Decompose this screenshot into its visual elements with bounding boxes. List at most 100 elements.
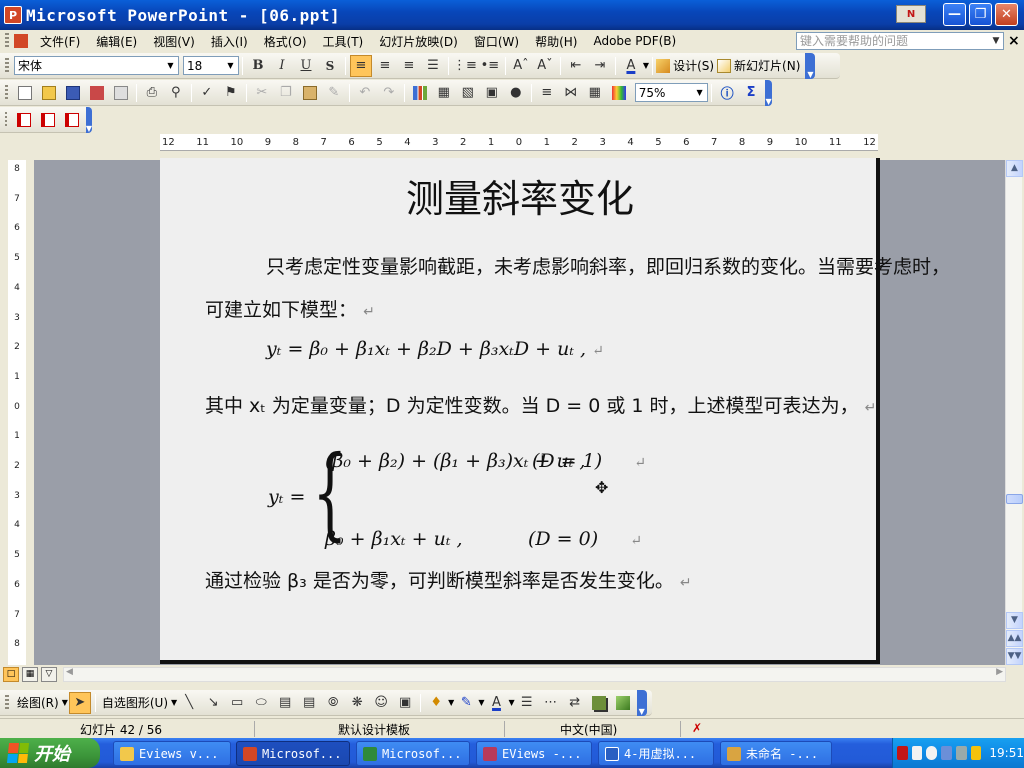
shadow-button[interactable]: S [319,55,341,77]
menu-file[interactable]: 文件(F) [32,33,88,50]
paragraph-2[interactable]: 其中 xₜ 为定量变量；D 为定性变数。当 D = 0 或 1 时，上述模型可表… [205,391,876,418]
toolbar-options-button[interactable]: ▼ [765,79,773,106]
insert-chart-button[interactable] [409,82,431,104]
spelling-button[interactable]: ✓ [196,82,218,104]
doc-icon[interactable] [14,34,28,48]
print-preview-button[interactable]: ⚲ [165,82,187,104]
slide-title[interactable]: 测量斜率变化 [160,168,880,223]
toolbar-grip[interactable] [5,694,9,711]
tables-borders-button[interactable]: ▧ [457,82,479,104]
rectangle-button[interactable]: ▭ [226,692,248,714]
draw-menu-button[interactable]: 绘图(R) [14,694,62,711]
case-2-expression[interactable]: β₀ + β₁xₜ + uₜ , [325,528,463,550]
insert-table-button[interactable]: ▦ [433,82,455,104]
fill-color-button[interactable]: ♦ [425,692,447,714]
expand-all-button[interactable]: ≡ [536,82,558,104]
network-icon[interactable] [941,746,952,760]
research-button[interactable]: ⚑ [220,82,242,104]
task-paint[interactable]: 未命名 -... [720,741,832,766]
chevron-down-icon[interactable]: ▼ [693,85,706,100]
redo-button[interactable]: ↷ [378,82,400,104]
new-slide-button[interactable]: 新幻灯片(N) [731,57,803,74]
line-color-button[interactable]: ✎ [455,692,477,714]
clipart-button[interactable]: ☺ [370,692,392,714]
scroll-thumb[interactable] [1006,494,1023,504]
ime-icon[interactable] [897,746,908,760]
toolbar-options-button[interactable]: ▼ [636,689,647,716]
scroll-up-button[interactable]: ▲ [1006,160,1023,177]
decrease-indent-button[interactable]: ⇤ [565,55,587,77]
toolbar-grip[interactable] [5,111,7,128]
normal-view-button[interactable]: □ [3,667,19,682]
copy-button[interactable]: ❐ [275,82,297,104]
horizontal-ruler[interactable]: 12 11 10 9 8 7 6 5 4 3 2 1 0 1 2 3 4 5 6 7 8 9 10 11 12 [160,134,878,151]
toolbar-options-button[interactable]: ▼ [805,52,816,79]
chevron-down-icon[interactable]: ▼ [643,61,649,70]
vertical-textbox-button[interactable]: ▤ [298,692,320,714]
email-button[interactable] [110,82,132,104]
pdf-email-button[interactable] [37,109,59,131]
wordart-button[interactable]: ⦾ [322,692,344,714]
menu-insert[interactable]: 插入(I) [203,33,256,50]
textbox-button[interactable]: ▤ [274,692,296,714]
slide-sorter-view-button[interactable]: ▦ [22,667,38,682]
horizontal-scrollbar[interactable]: ◀ ▶ [63,667,1006,682]
undo-button[interactable]: ↶ [354,82,376,104]
slide-canvas[interactable]: 测量斜率变化 只考虑定性变量影响截距，未考虑影响斜率，即回归系数的变化。当需要考… [160,158,950,664]
piecewise-lhs[interactable]: yₜ = [268,486,305,508]
title-bar[interactable]: P Microsoft PowerPoint - [06.ppt] [0,0,1024,30]
vertical-ruler[interactable]: 8 7 6 5 4 3 2 1 0 1 2 3 4 5 6 7 8 [8,160,26,665]
close-button[interactable]: ✕ [995,3,1018,26]
close-document-icon[interactable]: × [1008,33,1020,49]
task-eviews[interactable]: EViews -... [476,741,592,766]
task-excel[interactable]: Microsof... [356,741,470,766]
save-button[interactable] [62,82,84,104]
chevron-down-icon[interactable]: ▼ [164,58,177,73]
numbering-button[interactable]: ⋮≡ [453,55,477,77]
show-formatting-button[interactable]: ⋈ [560,82,582,104]
oval-button[interactable]: ⬭ [250,692,272,714]
scroll-left-icon[interactable]: ◀ [66,667,73,677]
convert-pdf-button[interactable] [13,109,35,131]
increase-indent-button[interactable]: ⇥ [589,55,611,77]
line-button[interactable]: ╲ [178,692,200,714]
font-color-button[interactable]: A [620,55,642,77]
help-search-input[interactable]: 键入需要帮助的问题 ▼ [796,32,1004,50]
next-slide-button[interactable]: ▼▼ [1006,648,1023,665]
help-tray-icon[interactable] [911,746,923,760]
3d-style-button[interactable] [612,692,634,714]
paragraph-1-line-1[interactable]: 只考虑定性变量影响截距，未考虑影响斜率，即回归系数的变化。当需要考虑时， [266,252,950,279]
increase-font-button[interactable]: Aˆ [510,55,532,77]
open-button[interactable] [38,82,60,104]
align-right-button[interactable]: ≡ [398,55,420,77]
decrease-font-button[interactable]: Aˇ [534,55,556,77]
menu-grip[interactable] [5,33,9,49]
case-2-condition[interactable]: (D = 0) ↵ [528,528,642,550]
volume-icon[interactable] [955,746,967,760]
bullets-button[interactable]: •≡ [479,55,501,77]
insert-clipart-button[interactable]: ● [505,82,527,104]
new-button[interactable] [14,82,36,104]
slideshow-view-button[interactable]: ▽ [41,667,57,682]
line-style-button[interactable]: ☰ [516,692,538,714]
italic-button[interactable]: I [271,55,293,77]
arrow-style-button[interactable]: ⇄ [564,692,586,714]
security-shield-icon[interactable] [970,746,982,760]
diagram-button[interactable]: ❋ [346,692,368,714]
case-1-condition[interactable]: (D = 1) ↵ [532,450,646,472]
powerpoint-app-icon[interactable]: P [4,6,22,24]
scroll-right-icon[interactable]: ▶ [996,667,1003,677]
select-objects-button[interactable]: ➤ [68,691,91,714]
zoom-combo[interactable]: 75% ▼ [634,83,709,102]
design-template[interactable]: 默认设计模板 [338,721,410,738]
permission-button[interactable] [86,82,108,104]
scroll-down-button[interactable]: ▼ [1006,612,1023,629]
minimize-button[interactable]: — [943,3,966,26]
shadow-style-button[interactable] [588,692,610,714]
tray-expand-icon[interactable] [926,746,938,760]
cut-button[interactable]: ✂ [251,82,273,104]
model-equation[interactable]: yₜ = β₀ + β₁xₜ + β₂D + β₃xₜD + uₜ , ↵ [266,338,604,360]
help-button[interactable]: ⓘ [716,82,738,104]
draw-font-color-button[interactable]: A [485,692,507,714]
dash-style-button[interactable]: ⋯ [540,692,562,714]
